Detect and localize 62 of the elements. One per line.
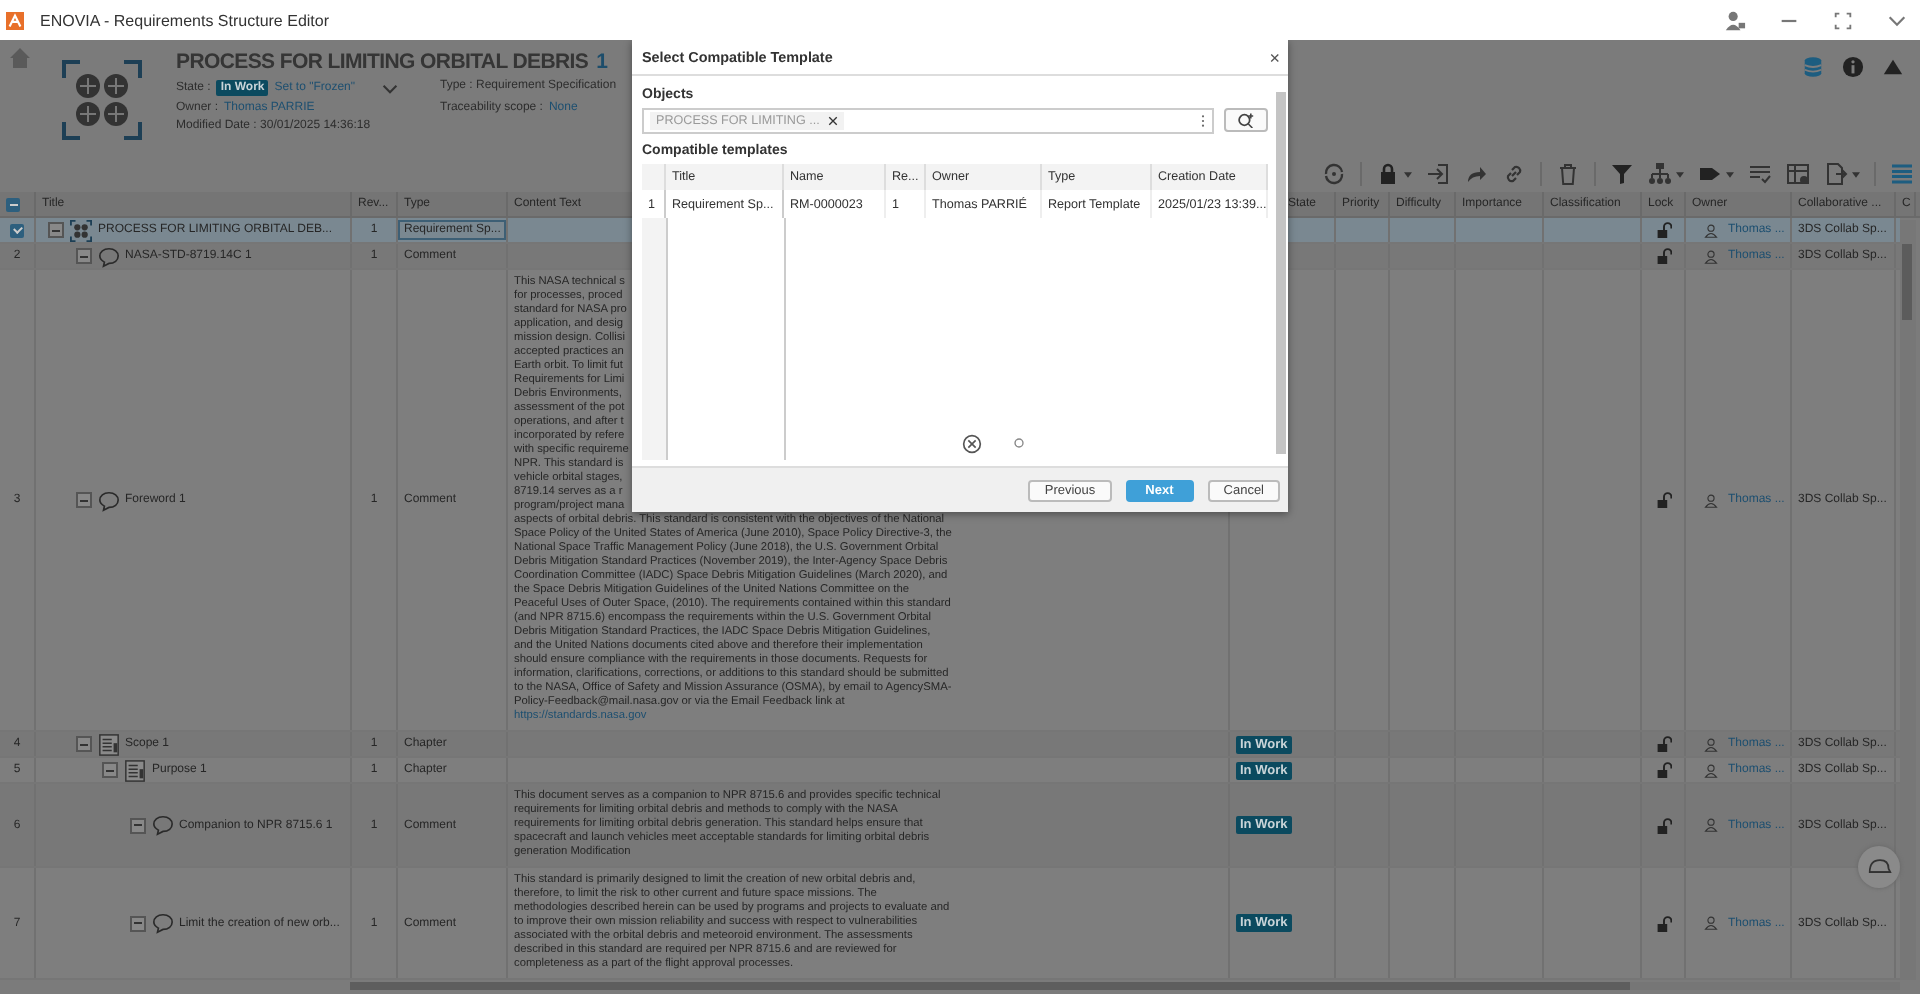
unlocked-icon[interactable]: [1655, 248, 1671, 264]
person-icon: [1704, 916, 1718, 930]
unlocked-icon[interactable]: [1655, 817, 1671, 833]
remove-icon[interactable]: [827, 116, 838, 126]
user-icon[interactable]: [1724, 9, 1746, 31]
chapter-icon: [124, 759, 146, 781]
person-icon: [1704, 818, 1718, 832]
speech-bubble-icon: [151, 912, 173, 934]
revision-number: 1: [596, 50, 608, 74]
chapter-icon: [97, 733, 119, 755]
hard-hat-icon: [1867, 858, 1891, 876]
search-icon: [1236, 112, 1256, 128]
caret-icon[interactable]: [1404, 171, 1412, 178]
person-icon: [1704, 493, 1718, 507]
close-button[interactable]: ×: [1269, 47, 1280, 67]
object-title: PROCESS FOR LIMITING ORBITAL DEBRIS: [176, 50, 589, 74]
app-title: ENOVIA - Requirements Structure Editor: [40, 11, 329, 29]
list-check-icon[interactable]: [1748, 162, 1772, 187]
select-all-checkbox[interactable]: [6, 197, 20, 211]
app-logo-icon: [6, 11, 24, 29]
sign-in-icon[interactable]: [1426, 162, 1450, 187]
lock-icon[interactable]: [1376, 162, 1400, 187]
unlocked-icon[interactable]: [1655, 222, 1671, 238]
caret-icon[interactable]: [1726, 171, 1734, 178]
person-icon: [1704, 223, 1718, 237]
expand-toggle[interactable]: [75, 492, 91, 508]
speech-bubble-icon: [97, 245, 119, 267]
expand-toggle[interactable]: [48, 222, 64, 238]
fullscreen-icon[interactable]: [1832, 9, 1854, 31]
table-icon[interactable]: [1786, 162, 1810, 187]
caret-icon[interactable]: [1852, 171, 1860, 178]
info-icon[interactable]: [1842, 56, 1864, 78]
person-icon: [1704, 763, 1718, 777]
speech-bubble-icon: [151, 814, 173, 836]
expand-toggle[interactable]: [129, 817, 145, 833]
unlocked-icon[interactable]: [1655, 762, 1671, 778]
refresh-icon[interactable]: [1322, 162, 1346, 187]
hierarchy-icon[interactable]: [1648, 162, 1672, 187]
specification-icon: [70, 219, 92, 241]
triangle-up-icon[interactable]: [1882, 56, 1904, 78]
loading-dot-icon: [1014, 438, 1024, 448]
expand-toggle[interactable]: [102, 762, 118, 778]
expand-toggle[interactable]: [129, 915, 145, 931]
unlocked-icon[interactable]: [1655, 492, 1671, 508]
speech-bubble-icon: [97, 489, 119, 511]
specification-logo-icon: [60, 58, 144, 142]
person-icon: [1704, 249, 1718, 263]
share-arrow-icon[interactable]: [1464, 162, 1488, 187]
link-icon[interactable]: [1502, 162, 1526, 187]
expand-toggle[interactable]: [75, 736, 91, 752]
export-icon[interactable]: [1824, 162, 1848, 187]
trash-icon[interactable]: [1556, 162, 1580, 187]
expand-toggle[interactable]: [75, 248, 91, 264]
filter-icon[interactable]: [1610, 162, 1634, 187]
unlocked-icon[interactable]: [1655, 736, 1671, 752]
row-checkbox[interactable]: [10, 223, 24, 237]
caret-icon[interactable]: [1676, 171, 1684, 178]
cancel-circle-icon[interactable]: [962, 434, 982, 454]
unlocked-icon[interactable]: [1655, 915, 1671, 931]
search-button[interactable]: [1224, 108, 1268, 132]
person-icon: [1704, 737, 1718, 751]
chevron-down-icon[interactable]: [381, 83, 398, 93]
